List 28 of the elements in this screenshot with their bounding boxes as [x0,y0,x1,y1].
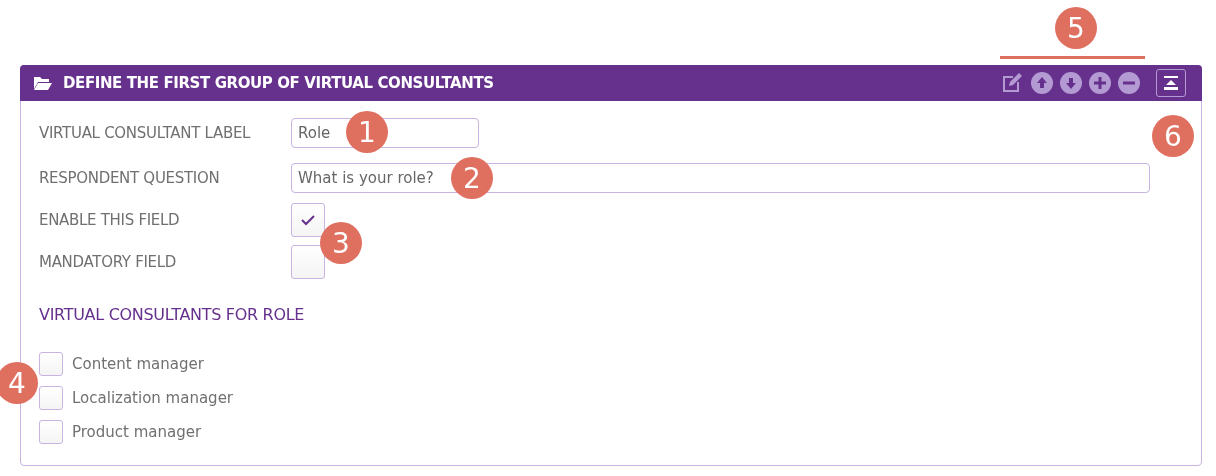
callout-badge: 1 [346,111,388,153]
callout-badge: 2 [451,157,493,199]
callout-badge: 4 [0,362,38,404]
collapse-button[interactable] [1156,69,1186,97]
collapse-icon [1163,75,1179,91]
field-label: RESPONDENT QUESTION [39,169,221,187]
field-label: ENABLE THIS FIELD [39,211,181,229]
callout-badge: 3 [320,222,362,264]
callout-badge: 6 [1152,115,1194,157]
edit-icon[interactable] [1000,71,1024,95]
checkbox[interactable] [39,386,63,410]
checkbox[interactable] [291,245,325,279]
option-label: Localization manager [72,389,234,407]
folder-icon [33,75,53,91]
checkbox[interactable] [291,203,325,237]
option-label: Content manager [72,355,204,373]
option-label: Product manager [72,423,202,441]
arrow-down-icon[interactable] [1060,72,1082,94]
field-label: VIRTUAL CONSULTANT LABEL [39,124,252,142]
checkbox[interactable] [39,420,63,444]
minus-icon[interactable] [1118,72,1140,94]
callout-badge: 5 [1055,7,1097,49]
plus-icon[interactable] [1089,72,1111,94]
panel-title: DEFINE THE FIRST GROUP OF VIRTUAL CONSULTANTS [63,74,495,92]
field-label: MANDATORY FIELD [39,253,178,271]
section-title: VIRTUAL CONSULTANTS FOR ROLE [39,305,306,324]
arrow-up-icon[interactable] [1031,72,1053,94]
checkbox[interactable] [39,352,63,376]
